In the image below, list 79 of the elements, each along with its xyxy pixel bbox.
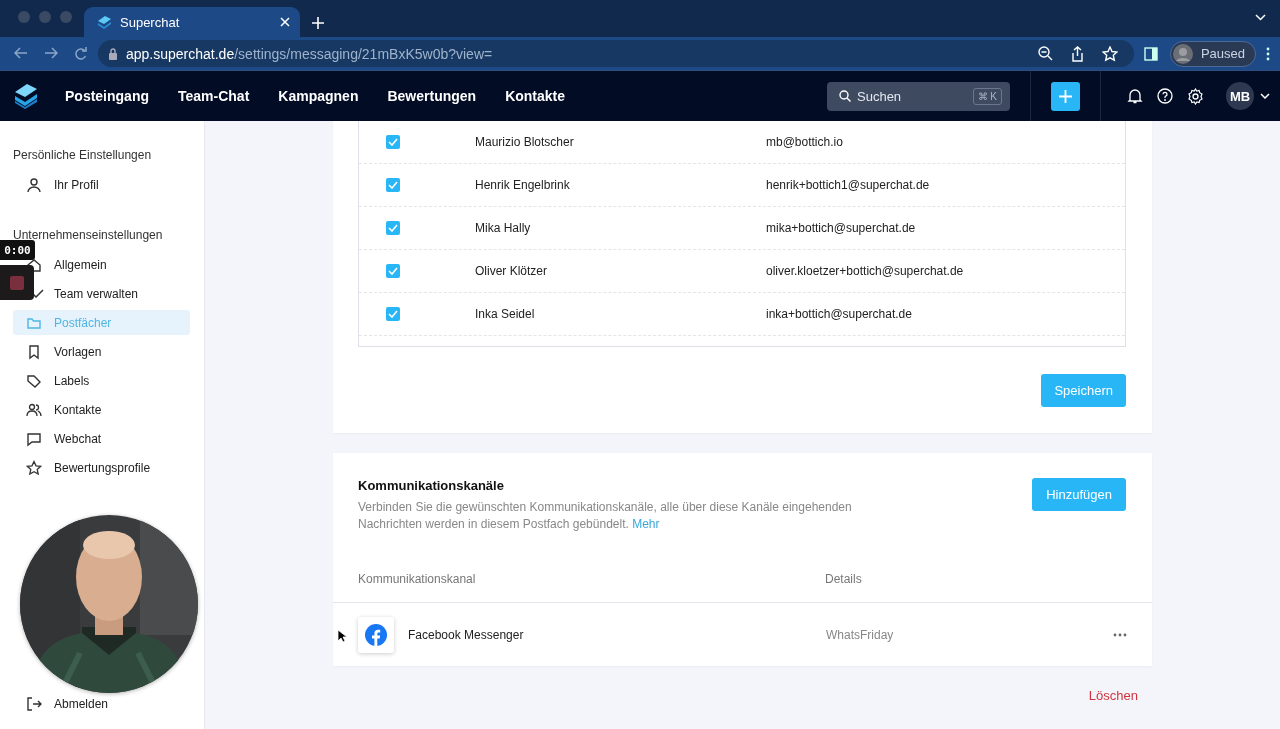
forward-icon[interactable] xyxy=(44,47,58,59)
card-description: Verbinden Sie die gewünschten Kommunikationskanäle, alle über diese Kanäle eingehenden Nachrichten werden in diesem Postfach gebündelt. Mehr xyxy=(358,499,853,532)
shortcut-hint: ⌘ K xyxy=(972,87,1002,105)
back-icon[interactable] xyxy=(14,47,28,59)
browser-tab[interactable]: Superchat xyxy=(84,7,300,37)
logout-icon xyxy=(26,695,42,712)
lock-icon xyxy=(108,47,118,60)
tab-title: Superchat xyxy=(120,14,181,30)
share-icon[interactable] xyxy=(1070,45,1084,62)
app-logo-icon xyxy=(96,14,112,30)
new-tab-icon[interactable] xyxy=(312,17,324,29)
plus-icon xyxy=(1059,89,1072,103)
card-title: Kommunikationskanäle xyxy=(358,478,505,493)
sidebar-item[interactable]: Bewertungsprofile xyxy=(13,455,190,480)
tag-icon xyxy=(26,372,42,389)
reload-icon[interactable] xyxy=(74,47,87,60)
search-field[interactable]: Suchen ⌘ K xyxy=(827,81,1010,111)
checkbox[interactable] xyxy=(386,307,400,321)
profile-button[interactable]: Paused xyxy=(1169,40,1256,67)
member-email: mika+bottich@superchat.de xyxy=(766,221,916,235)
nav-link[interactable]: Posteingang xyxy=(65,88,149,104)
nav-link[interactable]: Kontakte xyxy=(505,88,566,104)
bell-icon[interactable] xyxy=(1127,88,1143,104)
member-email: inka+bottich@superchat.de xyxy=(766,307,912,321)
checkbox[interactable] xyxy=(386,221,400,235)
search-icon xyxy=(839,90,851,102)
member-name: Inka Seidel xyxy=(475,307,536,321)
chevron-down-icon[interactable] xyxy=(1255,14,1266,21)
member-name: Oliver Klötzer xyxy=(475,264,549,278)
user-avatar[interactable]: MB xyxy=(1226,82,1254,110)
logout-link[interactable]: Abmelden xyxy=(13,691,190,716)
checkbox[interactable] xyxy=(386,178,400,192)
side-panel-icon[interactable] xyxy=(1143,46,1158,61)
channel-name: Facebook Messenger xyxy=(408,627,525,642)
member-name: Mika Hally xyxy=(475,221,532,235)
sidebar-item[interactable]: Webchat xyxy=(13,426,190,451)
more-icon[interactable] xyxy=(1266,46,1270,61)
address-bar[interactable]: app.superchat.de/settings/messaging/21mBxK5w0b?view= xyxy=(98,40,1134,67)
section-heading: Unternehmenseinstellungen xyxy=(13,228,164,242)
settings-icon[interactable] xyxy=(1187,87,1204,105)
member-name: Henrik Engelbrink xyxy=(475,178,571,192)
avatar-icon xyxy=(1172,43,1193,64)
sidebar-item[interactable]: Kontakte xyxy=(13,397,190,422)
column-header: Details xyxy=(825,572,863,586)
member-email: henrik+bottich1@superchat.de xyxy=(766,178,930,192)
nav-link[interactable]: Bewertungen xyxy=(387,88,477,104)
sidebar-item[interactable]: Labels xyxy=(13,368,190,393)
app-logo-icon xyxy=(14,83,38,109)
delete-button[interactable]: Löschen xyxy=(1088,688,1138,703)
search-placeholder: Suchen xyxy=(857,88,903,104)
star-icon[interactable] xyxy=(1101,45,1118,62)
check-icon xyxy=(32,289,44,298)
sidebar-item[interactable]: Ihr Profil xyxy=(13,172,190,197)
checkbox[interactable] xyxy=(386,135,400,149)
column-header: Kommunikationskanal xyxy=(358,572,477,586)
channel-details: WhatsFriday xyxy=(826,627,895,642)
sidebar-item[interactable]: Vorlagen xyxy=(13,339,190,364)
member-email: oliver.kloetzer+bottich@superchat.de xyxy=(766,264,964,278)
facebook-icon xyxy=(365,623,387,646)
bookmark-icon xyxy=(26,343,42,360)
close-icon[interactable] xyxy=(280,17,290,27)
chevron-down-icon[interactable] xyxy=(1260,93,1270,99)
user-icon xyxy=(26,176,42,193)
chat-bubble-icon xyxy=(26,430,42,447)
recording-timer-toast: 0:00 xyxy=(0,240,35,260)
cursor-icon xyxy=(337,629,347,643)
member-email: mb@bottich.io xyxy=(766,135,843,149)
member-name: Maurizio Blotscher xyxy=(475,135,575,149)
add-button[interactable] xyxy=(1051,81,1080,111)
checkbox[interactable] xyxy=(386,264,400,278)
people-icon xyxy=(26,401,42,418)
sidebar-item[interactable]: Team verwalten xyxy=(13,281,190,306)
nav-link[interactable]: Kampagnen xyxy=(278,88,359,104)
help-icon[interactable] xyxy=(1157,88,1173,104)
zoom-out-icon[interactable] xyxy=(1037,46,1053,61)
section-heading: Persönliche Einstellungen xyxy=(13,148,153,162)
nav-link[interactable]: Team-Chat xyxy=(178,88,250,104)
star-icon xyxy=(26,459,42,476)
more-icon[interactable] xyxy=(1113,632,1127,637)
